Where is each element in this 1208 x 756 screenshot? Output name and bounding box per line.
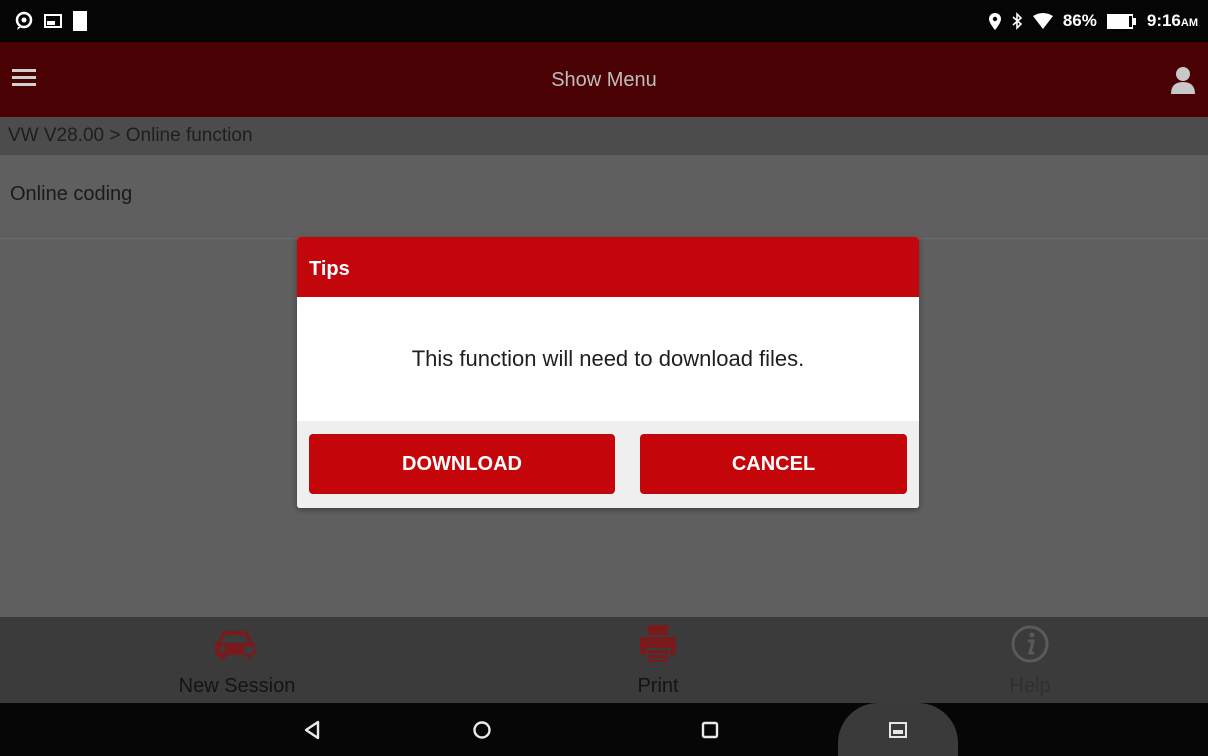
printer-icon (640, 625, 676, 664)
car-icon (215, 631, 258, 661)
help-button[interactable]: Help (910, 617, 1150, 703)
user-profile-icon[interactable] (1170, 66, 1196, 94)
recent-apps-icon[interactable] (690, 715, 730, 745)
new-session-label: New Session (178, 675, 296, 697)
android-screen: 86% 9:16AM Show Menu VW V28.00 > Online … (0, 0, 1208, 756)
bluetooth-icon (1012, 12, 1022, 30)
info-icon (1011, 625, 1049, 663)
app-bar: Show Menu (0, 42, 1208, 117)
clock-time: 9:16 (1146, 11, 1181, 30)
sd-card-icon (73, 11, 87, 31)
bottom-toolbar: New Session Print Help (0, 617, 1208, 703)
print-button[interactable]: Print (538, 617, 778, 703)
dialog-actions: DOWNLOAD CANCEL (297, 421, 919, 508)
show-menu-title[interactable]: Show Menu (0, 69, 1208, 92)
location-icon (988, 12, 1001, 30)
cancel-button[interactable]: CANCEL (640, 434, 907, 494)
print-label: Print (637, 675, 679, 697)
dialog-message: This function will need to download file… (297, 297, 919, 421)
online-coding-label: Online coding (10, 183, 133, 205)
navigation-bar (0, 703, 1208, 756)
download-button[interactable]: DOWNLOAD (309, 434, 615, 494)
notification-icons (14, 10, 88, 32)
back-icon[interactable] (292, 715, 332, 745)
online-coding-item[interactable]: Online coding (0, 183, 1208, 239)
screenshot-button[interactable] (838, 703, 958, 756)
battery-icon (1106, 13, 1136, 29)
system-status: 86% 9:16AM (988, 11, 1198, 31)
tips-dialog: Tips This function will need to download… (297, 237, 919, 508)
home-icon[interactable] (462, 715, 502, 745)
screen-cast-icon (44, 14, 62, 28)
clock-ampm: AM (1180, 17, 1198, 29)
dialog-title: Tips (297, 237, 919, 297)
breadcrumb: VW V28.00 > Online function (0, 117, 1208, 155)
chat-notification-icon (15, 11, 33, 30)
screenshot-icon (889, 721, 907, 738)
new-session-button[interactable]: New Session (117, 617, 357, 703)
help-label: Help (1009, 675, 1051, 697)
status-bar: 86% 9:16AM (0, 0, 1208, 42)
battery-percent: 86% (1062, 11, 1097, 30)
wifi-icon (1032, 13, 1053, 29)
